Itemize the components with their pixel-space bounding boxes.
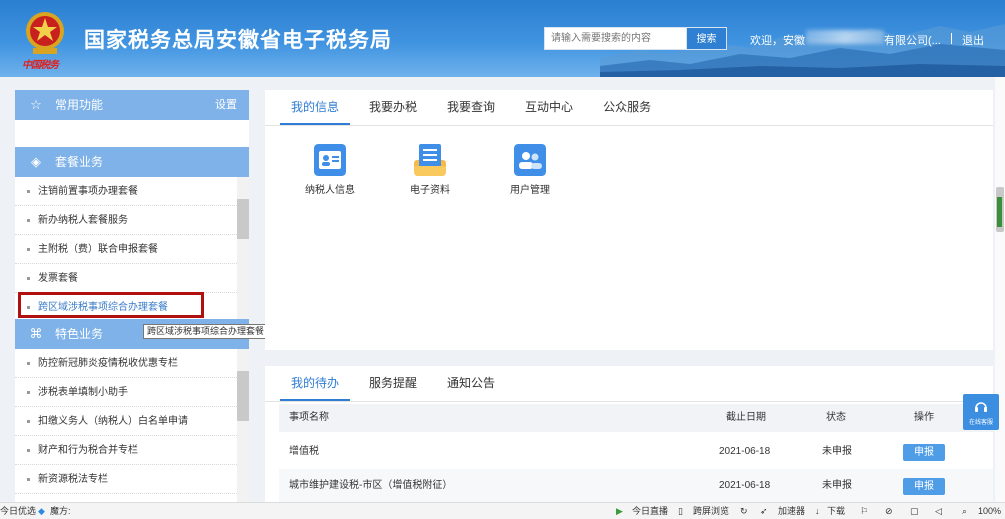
flag-icon: ⚐ bbox=[860, 506, 869, 516]
tab-my-todo[interactable]: 我的待办 bbox=[280, 366, 351, 401]
star-icon: ☆ bbox=[30, 97, 42, 112]
site-title: 国家税务总局安徽省电子税务局 bbox=[84, 29, 392, 52]
search-button[interactable]: 搜索 bbox=[687, 27, 727, 50]
tab-interaction[interactable]: 互动中心 bbox=[514, 90, 584, 125]
scroll-indicator bbox=[997, 197, 1002, 227]
status-item-download[interactable]: 下载 bbox=[827, 503, 845, 519]
sidebar-header-package[interactable]: ◈ 套餐业务 bbox=[15, 147, 249, 177]
column-header: 事项名称 bbox=[289, 412, 329, 423]
item-deadline: 2021-06-18 bbox=[719, 446, 771, 457]
sidebar-header-label: 套餐业务 bbox=[55, 155, 104, 169]
online-service-label: 在线客服 bbox=[968, 420, 993, 426]
search-input[interactable] bbox=[544, 27, 687, 50]
tab-query[interactable]: 我要查询 bbox=[436, 90, 506, 125]
volume-icon: ◁ bbox=[935, 506, 942, 516]
tabs-divider bbox=[265, 401, 993, 402]
rocket-icon: ➶ bbox=[760, 506, 768, 516]
phone-icon: ▯ bbox=[678, 506, 683, 516]
tile-label: 纳税人信息 bbox=[305, 185, 355, 196]
main-tabs: 我的信息 我要办税 我要查询 互动中心 公众服务 bbox=[280, 90, 670, 125]
tile-label: 用户管理 bbox=[510, 185, 550, 196]
sidebar-header-label: 特色业务 bbox=[55, 327, 104, 341]
sidebar-item[interactable]: 主附税（费）联合申报套餐 bbox=[15, 235, 237, 264]
sync-icon: ↻ bbox=[740, 506, 748, 516]
scrollbar-thumb[interactable] bbox=[237, 199, 249, 239]
table-row: 城市维护建设税-市区（增值税附征） 2021-06-18 未申报 申报 bbox=[279, 469, 993, 503]
special-scrollbar[interactable] bbox=[237, 349, 249, 502]
online-service-button[interactable]: 在线客服 bbox=[963, 394, 999, 430]
download-icon: ↓ bbox=[815, 506, 820, 516]
header-divider bbox=[951, 33, 952, 44]
my-info-panel: 我的信息 我要办税 我要查询 互动中心 公众服务 纳税人信息 电子资料 用户管理 bbox=[265, 90, 993, 350]
item-status: 未申报 bbox=[822, 446, 852, 457]
sidebar-item[interactable]: 新办纳税人套餐服务 bbox=[15, 206, 237, 235]
item-status: 未申报 bbox=[822, 480, 852, 491]
status-item-cross-screen[interactable]: 跨屏浏览 bbox=[693, 503, 729, 519]
column-header: 操作 bbox=[914, 412, 934, 423]
sidebar-item[interactable]: 发票套餐 bbox=[15, 264, 237, 293]
scrollbar-thumb[interactable] bbox=[237, 371, 249, 421]
status-item-live[interactable]: 今日直播 bbox=[632, 503, 668, 519]
zoom-icon: ⌕ bbox=[962, 506, 968, 516]
tile-user-management[interactable]: 用户管理 bbox=[485, 144, 575, 196]
todo-panel: 我的待办 服务提醒 通知公告 事项名称 截止日期 状态 操作 增值税 2021-… bbox=[265, 366, 993, 506]
table-header: 事项名称 截止日期 状态 操作 bbox=[279, 404, 993, 432]
sidebar-header-label: 常用功能 bbox=[55, 98, 104, 112]
zoom-level[interactable]: 100% bbox=[978, 503, 1001, 519]
document-folder-icon bbox=[414, 144, 446, 176]
sidebar-header-common[interactable]: ☆ 常用功能 设置 bbox=[15, 90, 249, 120]
tabs-divider bbox=[265, 125, 993, 126]
tab-my-info[interactable]: 我的信息 bbox=[280, 90, 351, 125]
settings-link[interactable]: 设置 bbox=[215, 90, 237, 120]
users-icon bbox=[514, 144, 546, 176]
window-icon: ▢ bbox=[910, 506, 919, 516]
special-list: 防控新冠肺炎疫情税收优惠专栏 涉税表单填制小助手 扣缴义务人（纳税人）白名单申请… bbox=[15, 349, 237, 494]
tax-emblem-icon bbox=[26, 12, 64, 54]
sidebar-item[interactable]: 新资源税法专栏 bbox=[15, 465, 237, 494]
table-row: 增值税 2021-06-18 未申报 申报 bbox=[279, 435, 993, 469]
item-deadline: 2021-06-18 bbox=[719, 480, 771, 491]
item-name: 增值税 bbox=[289, 446, 319, 457]
page-scrollbar[interactable] bbox=[995, 77, 1005, 502]
emblem-caption: 中国税务 bbox=[22, 60, 59, 71]
tile-e-documents[interactable]: 电子资料 bbox=[385, 144, 475, 196]
browser-status-bar: 今日优选 ◆ 魔方: ▶ 今日直播 ▯ 跨屏浏览 ↻ ➶ 加速器 ↓ 下载 ⚐ … bbox=[0, 502, 1005, 519]
layers-icon: ◈ bbox=[31, 154, 41, 169]
tile-taxpayer-info[interactable]: 纳税人信息 bbox=[285, 144, 375, 196]
sidebar-item[interactable]: 注销前置事项办理套餐 bbox=[15, 177, 237, 206]
company-name[interactable]: 有限公司(... bbox=[884, 32, 941, 48]
column-header: 状态 bbox=[826, 412, 846, 423]
site-header: 中国税务 国家税务总局安徽省电子税务局 搜索 欢迎，安徽 有限公司(... 退出 bbox=[0, 0, 1005, 77]
sidebar-item[interactable]: 扣缴义务人（纳税人）白名单申请 bbox=[15, 407, 237, 436]
status-item[interactable]: 魔方: bbox=[50, 503, 71, 519]
tab-service-reminder[interactable]: 服务提醒 bbox=[358, 366, 428, 401]
headset-icon bbox=[975, 402, 987, 412]
tab-do-tax[interactable]: 我要办税 bbox=[358, 90, 428, 125]
redacted-name bbox=[806, 30, 884, 44]
tile-label: 电子资料 bbox=[410, 185, 450, 196]
todo-tabs: 我的待办 服务提醒 通知公告 bbox=[280, 366, 514, 401]
tab-notices[interactable]: 通知公告 bbox=[436, 366, 506, 401]
column-header: 截止日期 bbox=[726, 412, 766, 423]
declare-button[interactable]: 申报 bbox=[903, 444, 945, 461]
logout-link[interactable]: 退出 bbox=[962, 32, 984, 48]
status-item[interactable]: 今日优选 bbox=[0, 503, 36, 519]
declare-button[interactable]: 申报 bbox=[903, 478, 945, 495]
item-name: 城市维护建设税-市区（增值税附征） bbox=[289, 480, 453, 491]
welcome-text: 欢迎，安徽 bbox=[750, 35, 805, 47]
grid-icon: ⌘ bbox=[29, 326, 43, 341]
status-item-accelerator[interactable]: 加速器 bbox=[778, 503, 805, 519]
tooltip: 跨区域涉税事项综合办理套餐 bbox=[143, 324, 269, 339]
clip-icon: ⊘ bbox=[885, 506, 893, 516]
package-scrollbar[interactable] bbox=[237, 177, 249, 322]
tab-public-service[interactable]: 公众服务 bbox=[592, 90, 662, 125]
id-card-icon bbox=[314, 144, 346, 176]
sidebar-item[interactable]: 财产和行为税合并专栏 bbox=[15, 436, 237, 465]
play-icon: ▶ bbox=[616, 506, 623, 516]
highlight-annotation-box bbox=[18, 292, 204, 318]
cube-icon: ◆ bbox=[38, 506, 45, 516]
sidebar-item[interactable]: 涉税表单填制小助手 bbox=[15, 378, 237, 407]
sidebar-item[interactable]: 防控新冠肺炎疫情税收优惠专栏 bbox=[15, 349, 237, 378]
